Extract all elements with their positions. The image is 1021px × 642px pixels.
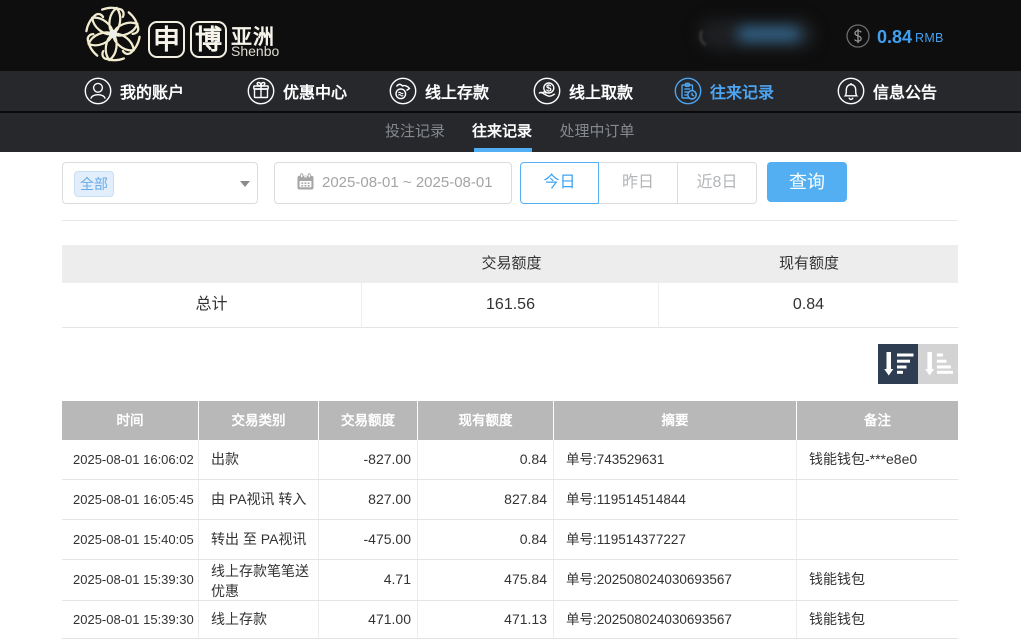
svg-text:$: $	[546, 84, 552, 95]
